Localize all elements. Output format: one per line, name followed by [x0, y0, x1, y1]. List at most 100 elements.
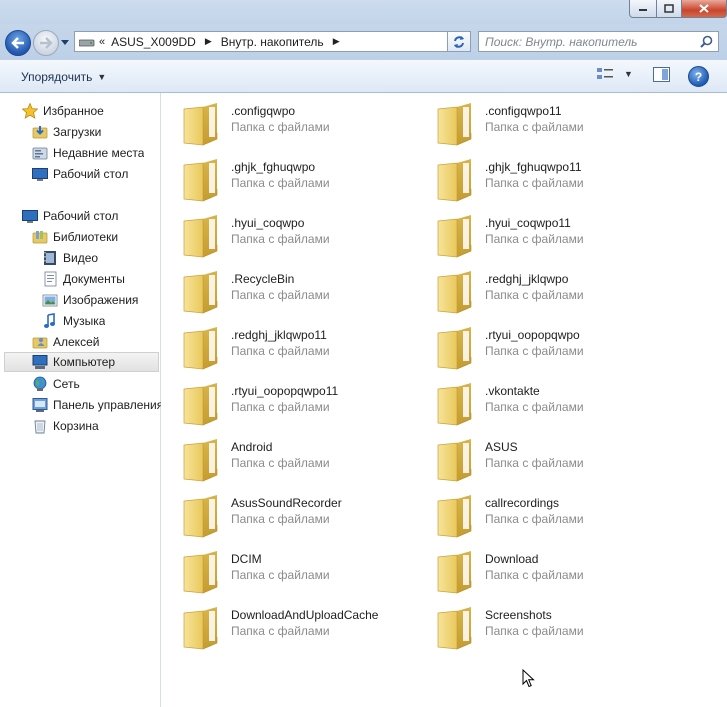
folder-name: DCIM [231, 552, 262, 566]
folder-item[interactable]: Screenshots Папка с файлами [435, 605, 685, 653]
folder-text: .rtyui_oopopqwpo Папка с файлами [485, 325, 584, 359]
folder-type: Папка с файлами [485, 120, 584, 134]
folder-icon [181, 549, 225, 595]
change-view-button[interactable]: ▼ [596, 67, 633, 81]
breadcrumb-storage[interactable]: Внутр. накопитель [219, 35, 326, 49]
folder-type: Папка с файлами [485, 344, 584, 358]
folder-item[interactable]: .rtyui_oopopqwpo Папка с файлами [435, 325, 685, 373]
nav-network[interactable]: Сеть [32, 374, 80, 394]
nav-downloads[interactable]: Загрузки [32, 122, 101, 142]
folder-type: Папка с файлами [231, 568, 330, 582]
nav-pictures[interactable]: Изображения [42, 290, 138, 310]
desktop-icon [22, 208, 38, 224]
help-icon: ? [694, 69, 703, 84]
nav-label: Алексей [53, 335, 100, 349]
search-icon[interactable] [700, 35, 713, 48]
folder-name: .configqwpo [231, 104, 296, 118]
folder-item[interactable]: DCIM Папка с файлами [181, 549, 431, 597]
chevron-down-icon: ▼ [624, 69, 633, 79]
nav-computer[interactable]: Компьютер [4, 352, 159, 372]
breadcrumb-overflow[interactable]: « [95, 36, 109, 48]
folder-item[interactable]: .ghjk_fghuqwpo11 Папка с файлами [435, 157, 685, 205]
folder-name: .RecycleBin [231, 272, 295, 286]
folder-icon [435, 437, 479, 483]
folder-text: .RecycleBin Папка с файлами [231, 269, 330, 303]
refresh-button[interactable] [447, 31, 471, 52]
nav-documents[interactable]: Документы [42, 269, 125, 289]
forward-button[interactable] [33, 30, 59, 56]
folder-icon [435, 605, 479, 651]
search-box[interactable] [478, 31, 719, 52]
minimize-button[interactable] [629, 0, 657, 18]
close-button[interactable] [682, 0, 727, 18]
recent-pages-dropdown[interactable] [60, 37, 70, 47]
video-icon [42, 250, 58, 266]
nav-user-folder[interactable]: Алексей [32, 332, 99, 352]
nav-libraries[interactable]: Библиотеки [32, 227, 118, 247]
folder-name: Download [485, 552, 539, 566]
back-arrow-icon [11, 37, 24, 49]
folder-item[interactable]: .hyui_coqwpo Папка с файлами [181, 213, 431, 261]
maximize-button[interactable] [657, 0, 682, 18]
chevron-down-icon: ▼ [97, 71, 107, 82]
organize-menu-button[interactable]: Упорядочить ▼ [14, 68, 113, 85]
nav-recycle-bin[interactable]: Корзина [32, 416, 99, 436]
folder-name: .ghjk_fghuqwpo11 [485, 160, 582, 174]
folder-item[interactable]: .ghjk_fghuqwpo Папка с файлами [181, 157, 431, 205]
folder-item[interactable]: .vkontakte Папка с файлами [435, 381, 685, 429]
folder-icon [435, 213, 479, 259]
folder-item[interactable]: ASUS Папка с файлами [435, 437, 685, 485]
nav-video[interactable]: Видео [42, 248, 98, 268]
folder-item[interactable]: Android Папка с файлами [181, 437, 431, 485]
nav-recent-places[interactable]: Недавние места [32, 143, 144, 163]
folder-item[interactable]: .RecycleBin Папка с файлами [181, 269, 431, 317]
folder-item[interactable]: Download Папка с файлами [435, 549, 685, 597]
help-button[interactable]: ? [688, 66, 709, 87]
folder-type: Папка с файлами [231, 512, 330, 526]
search-input[interactable] [479, 34, 701, 49]
nav-label: Недавние места [53, 146, 145, 160]
breadcrumb-arrow-icon[interactable]: ▶ [198, 36, 219, 47]
breadcrumb-arrow-icon[interactable]: ▶ [326, 36, 347, 47]
folder-item[interactable]: .rtyui_oopopqwpo11 Папка с файлами [181, 381, 431, 429]
folder-item[interactable]: .configqwpo11 Папка с файлами [435, 101, 685, 149]
folder-icon [435, 381, 479, 427]
nav-label: Библиотеки [53, 230, 119, 244]
navigation-pane: Избранное Загрузки Недавние места Рабочи… [0, 93, 163, 707]
folder-name: .redghj_jklqwpo [485, 272, 569, 286]
address-bar[interactable]: « ASUS_X009DD ▶ Внутр. накопитель ▶ [74, 31, 471, 52]
folder-item[interactable]: .hyui_coqwpo11 Папка с файлами [435, 213, 685, 261]
folder-item[interactable]: AsusSoundRecorder Папка с файлами [181, 493, 431, 541]
nav-label: Сеть [53, 377, 80, 391]
folder-icon [181, 437, 225, 483]
nav-music[interactable]: Музыка [42, 311, 105, 331]
folder-icon [181, 493, 225, 539]
folder-item[interactable]: .redghj_jklqwpo Папка с файлами [435, 269, 685, 317]
folder-item[interactable]: .configqwpo Папка с файлами [181, 101, 431, 149]
folder-name: .redghj_jklqwpo11 [231, 328, 327, 342]
folder-text: Screenshots Папка с файлами [485, 605, 584, 639]
folder-text: .hyui_coqwpo Папка с файлами [231, 213, 330, 247]
preview-pane-button[interactable] [653, 67, 670, 85]
folder-name: DownloadAndUploadCache [231, 608, 379, 622]
control-panel-icon [32, 397, 48, 413]
folder-name: callrecordings [485, 496, 560, 510]
nav-desktop[interactable]: Рабочий стол [22, 206, 118, 226]
folder-icon [435, 157, 479, 203]
nav-favorites[interactable]: Избранное [22, 101, 104, 121]
folder-item[interactable]: .redghj_jklqwpo11 Папка с файлами [181, 325, 431, 373]
command-bar: Упорядочить ▼ ▼ ? [0, 60, 727, 93]
back-button[interactable] [5, 30, 31, 56]
nav-desktop-favorite[interactable]: Рабочий стол [32, 164, 128, 184]
folder-item[interactable]: callrecordings Папка с файлами [435, 493, 685, 541]
folder-text: callrecordings Папка с файлами [485, 493, 584, 527]
preview-pane-icon [653, 67, 670, 82]
folder-item[interactable]: DownloadAndUploadCache Папка с файлами [181, 605, 431, 653]
folder-type: Папка с файлами [231, 344, 330, 358]
star-icon [22, 103, 38, 119]
folder-name: .configqwpo11 [485, 104, 562, 118]
breadcrumb-device[interactable]: ASUS_X009DD [109, 35, 198, 49]
nav-control-panel[interactable]: Панель управления [32, 395, 163, 415]
nav-label: Музыка [63, 314, 106, 328]
folder-name: .hyui_coqwpo [231, 216, 305, 230]
